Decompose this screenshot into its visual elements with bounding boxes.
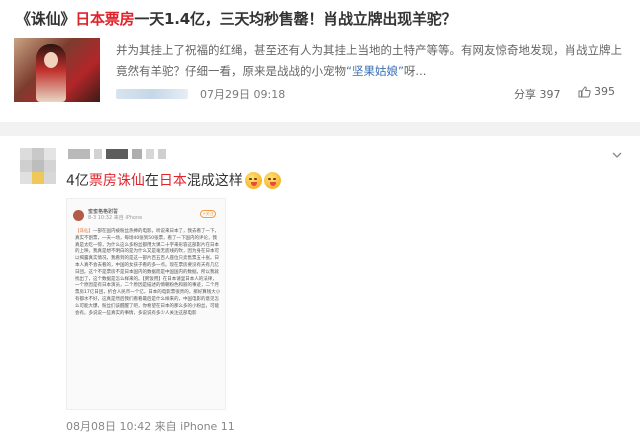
share-button[interactable]: 分享 397: [514, 86, 561, 102]
yum-face-icon: [244, 171, 262, 189]
article-summary: 并为其挂上了祝福的红绳，甚至还有人为其挂上当地的土特产等等。有网友惊奇地发现，肖…: [116, 43, 622, 78]
article-meta: 07月29日 09:18: [116, 86, 285, 102]
article-card[interactable]: 《诛仙》日本票房一天1.4亿，三天均秒售罄！肖战立牌出现羊驼？ 并为其挂上了祝福…: [0, 0, 640, 118]
hashtag-link[interactable]: 日本: [159, 170, 187, 190]
avatar: [73, 209, 84, 221]
share-label: 分享: [514, 88, 536, 101]
share-count: 397: [539, 88, 561, 101]
author-name-blurred[interactable]: [116, 89, 188, 99]
like-button[interactable]: 395: [578, 85, 615, 98]
embedded-screenshot[interactable]: 蜜蜜格格驸誓 8-3 10:32 来自 iPhone +关注 【诛仙】一部在国内…: [66, 198, 226, 410]
like-count: 395: [594, 85, 615, 98]
hashtag-link[interactable]: 票房诛仙: [89, 170, 145, 190]
title-red: 日本票房: [75, 10, 135, 28]
title-prefix: 《诛仙》: [16, 10, 76, 28]
yum-face-icon: [263, 171, 281, 189]
summary-link[interactable]: “坚果姑娘”: [346, 64, 404, 78]
screenshot-body: 【诛仙】一部在国内被粉丝热捧的电影，听说来日本了，我去看了一下，真实不割票，一天…: [75, 229, 221, 316]
post-text: 4亿 票房诛仙在日本 混成这样: [66, 170, 281, 190]
username-blurred[interactable]: [68, 149, 166, 159]
post-footer: 08月08日 10:42 来自 iPhone 11: [66, 420, 235, 433]
title-rest: 一天1.4亿，三天均秒售罄！肖战立牌出现羊驼？: [134, 10, 457, 28]
article-thumbnail[interactable]: [14, 38, 100, 102]
screenshot-meta: 8-3 10:32 来自 iPhone: [88, 215, 143, 221]
follow-button: +关注: [200, 210, 216, 218]
thumb-up-icon: [578, 85, 591, 97]
article-date: 07月29日 09:18: [200, 88, 286, 101]
article-title[interactable]: 《诛仙》日本票房一天1.4亿，三天均秒售罄！肖战立牌出现羊驼？: [16, 8, 457, 29]
screenshot-header: 蜜蜜格格驸誓 8-3 10:32 来自 iPhone: [73, 209, 142, 221]
chevron-down-icon[interactable]: [612, 150, 622, 160]
section-divider: [0, 122, 640, 136]
avatar[interactable]: [20, 148, 56, 184]
